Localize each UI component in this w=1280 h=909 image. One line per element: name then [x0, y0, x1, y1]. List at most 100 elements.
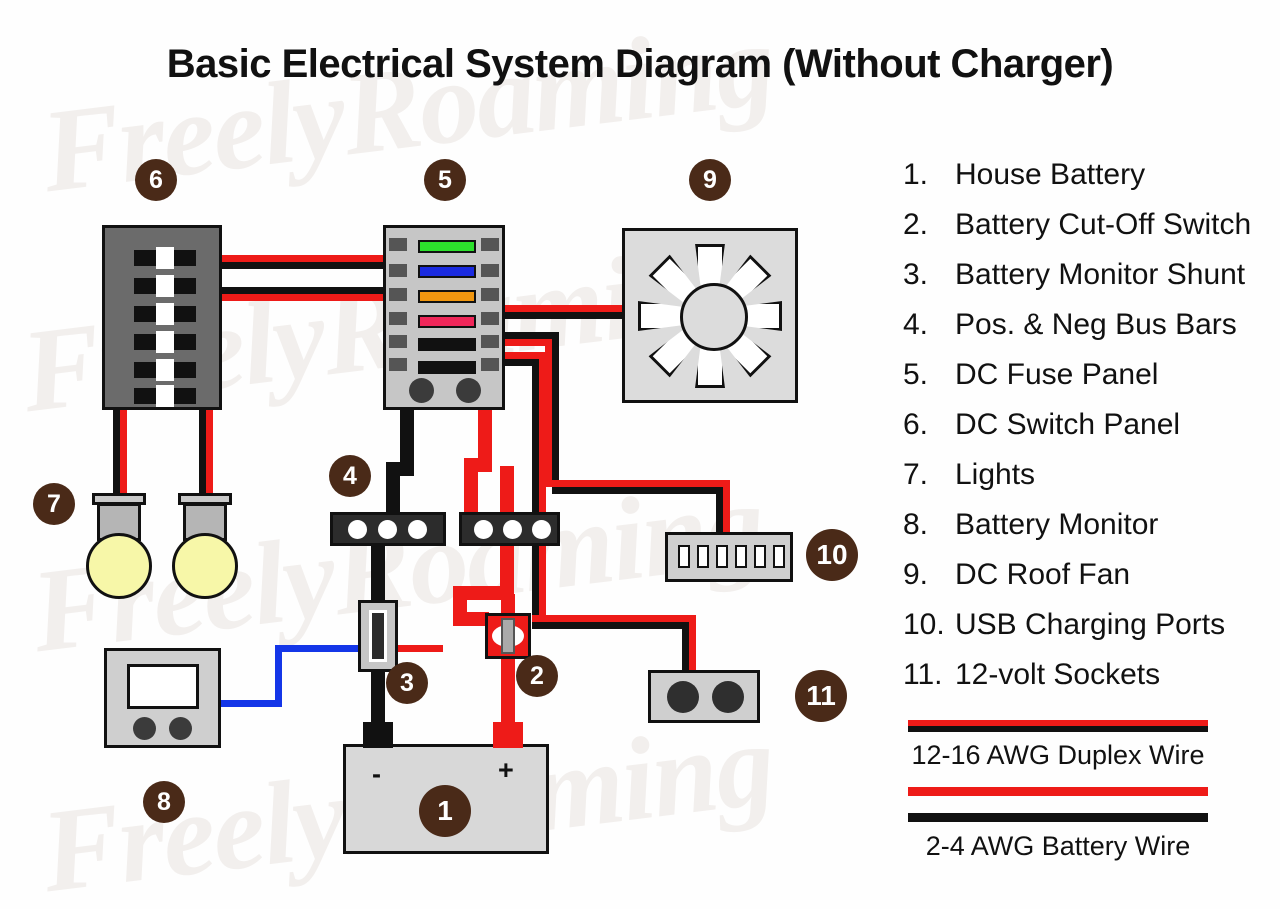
wire-negbus-shunt [371, 546, 385, 608]
twelve-volt-sockets[interactable] [648, 670, 760, 723]
badge-2-cutoff-switch: 2 [516, 655, 558, 697]
dc-fuse-panel[interactable] [383, 225, 505, 410]
battery-cutoff-switch[interactable] [485, 613, 531, 659]
legend-item: 8. Battery Monitor [903, 508, 1273, 558]
fuse-black[interactable] [418, 338, 476, 351]
switch-rocker[interactable] [134, 331, 196, 353]
dc-roof-fan[interactable] [622, 228, 798, 403]
legend-item-label: 12-volt Sockets [955, 658, 1161, 691]
legend-item: 6. DC Switch Panel [903, 408, 1273, 458]
wire-fusepanel-fan-black [503, 312, 627, 319]
legend-list: 1. House Battery 2. Battery Cut-Off Swit… [903, 158, 1273, 708]
switch-rocker[interactable] [134, 303, 196, 325]
legend-item-number: 1. [903, 158, 929, 191]
diagram-canvas: FreelyRoaming FreelyRoaming FreelyRoamin… [0, 0, 1280, 909]
legend-item-label: DC Switch Panel [955, 408, 1181, 441]
legend-item-label: Pos. & Neg Bus Bars [955, 308, 1237, 341]
fuse-terminal [389, 358, 407, 371]
badge-4-bus-bars: 4 [329, 455, 371, 497]
light-bulb[interactable] [86, 533, 152, 599]
socket[interactable] [712, 681, 744, 713]
legend-item-number: 4. [903, 308, 929, 341]
legend-item-label: DC Fuse Panel [955, 358, 1159, 391]
wire-monitor-shunt-blue-h2 [275, 645, 361, 652]
fuse-blue[interactable] [418, 265, 476, 278]
legend-item: 10. USB Charging Ports [903, 608, 1273, 658]
fuse-orange[interactable] [418, 290, 476, 303]
usb-charging-ports[interactable] [665, 532, 793, 582]
legend-item-label: Battery Cut-Off Switch [955, 208, 1252, 241]
fuse-terminal [389, 238, 407, 251]
wire-fusepanel-usb-black-h2 [552, 487, 723, 494]
monitor-button-left[interactable] [133, 717, 156, 740]
fuse-terminal [481, 238, 499, 251]
legend-item-label: DC Roof Fan [955, 558, 1131, 591]
badge-8-battery-monitor: 8 [143, 781, 185, 823]
badge-3-shunt: 3 [386, 662, 428, 704]
legend-item: 4. Pos. & Neg Bus Bars [903, 308, 1273, 358]
monitor-display [127, 664, 199, 709]
monitor-button-right[interactable] [169, 717, 192, 740]
fuse-terminal [481, 335, 499, 348]
legend-item-number: 3. [903, 258, 929, 291]
switch-rocker[interactable] [134, 275, 196, 297]
rocker-toggle-icon [156, 303, 174, 325]
usb-port[interactable] [697, 545, 709, 568]
dc-switch-panel[interactable] [102, 225, 222, 410]
fuse-terminal [481, 264, 499, 277]
duplex-wire-sample-black [908, 726, 1208, 732]
legend-item-number: 7. [903, 458, 929, 491]
battery-monitor[interactable] [104, 648, 221, 748]
bus-bar-negative[interactable] [330, 512, 446, 546]
battery-wire-label: 2-4 AWG Battery Wire [925, 831, 1191, 861]
legend-item: 7. Lights [903, 458, 1273, 508]
wire-fusepanel-socket-red-v2 [689, 615, 696, 673]
battery-monitor-shunt[interactable] [358, 600, 398, 672]
usb-port[interactable] [773, 545, 785, 568]
legend-item: 1. House Battery [903, 158, 1273, 208]
wire-fusepanel-usb-black-h1 [503, 332, 559, 339]
bus-bar-hole [408, 520, 427, 539]
fuse-panel-post-positive [456, 378, 481, 403]
legend-item-number: 9. [903, 558, 929, 591]
usb-port[interactable] [716, 545, 728, 568]
wire-fusepanel-socket-red-v [539, 352, 546, 622]
switch-rocker[interactable] [134, 385, 196, 407]
bus-bar-hole [348, 520, 367, 539]
usb-port[interactable] [678, 545, 690, 568]
fuse-panel-post-negative [409, 378, 434, 403]
fuse-black[interactable] [418, 361, 476, 374]
fuse-terminal [389, 264, 407, 277]
badge-1-house-battery: 1 [419, 785, 471, 837]
socket[interactable] [667, 681, 699, 713]
wire-legend: 12-16 AWG Duplex Wire 2-4 AWG Battery Wi… [908, 720, 1208, 862]
bus-bar-positive[interactable] [459, 512, 560, 546]
fuse-terminal [481, 312, 499, 325]
battery-negative-label: - [372, 759, 381, 789]
cutoff-knob[interactable] [501, 618, 515, 654]
fuse-terminal [481, 288, 499, 301]
wire-switchpanel-bulb2-black [199, 405, 206, 500]
wire-fusepanel-fan-red [503, 305, 627, 312]
fan-hub [680, 283, 748, 351]
light-bulb[interactable] [172, 533, 238, 599]
bus-bar-hole [378, 520, 397, 539]
wire-switchpanel-fusepanel-red-upper [218, 255, 390, 262]
wire-switchpanel-fusepanel-black-lower [218, 287, 390, 294]
legend-item-number: 6. [903, 408, 929, 441]
switch-rocker[interactable] [134, 359, 196, 381]
badge-5-dc-fuse-panel: 5 [424, 159, 466, 201]
usb-port[interactable] [735, 545, 747, 568]
usb-port[interactable] [754, 545, 766, 568]
legend-item-number: 10. [903, 608, 945, 641]
legend-item-label: Battery Monitor [955, 508, 1159, 541]
battery-post-negative [363, 722, 393, 748]
fuse-green[interactable] [418, 240, 476, 253]
wire-fusepanel-usb-black-v [552, 332, 559, 480]
legend-item: 9. DC Roof Fan [903, 558, 1273, 608]
rocker-toggle-icon [156, 275, 174, 297]
fuse-pink[interactable] [418, 315, 476, 328]
wire-switchpanel-bulb1-black [113, 405, 120, 500]
switch-rocker[interactable] [134, 247, 196, 269]
badge-10-usb-ports: 10 [806, 529, 858, 581]
